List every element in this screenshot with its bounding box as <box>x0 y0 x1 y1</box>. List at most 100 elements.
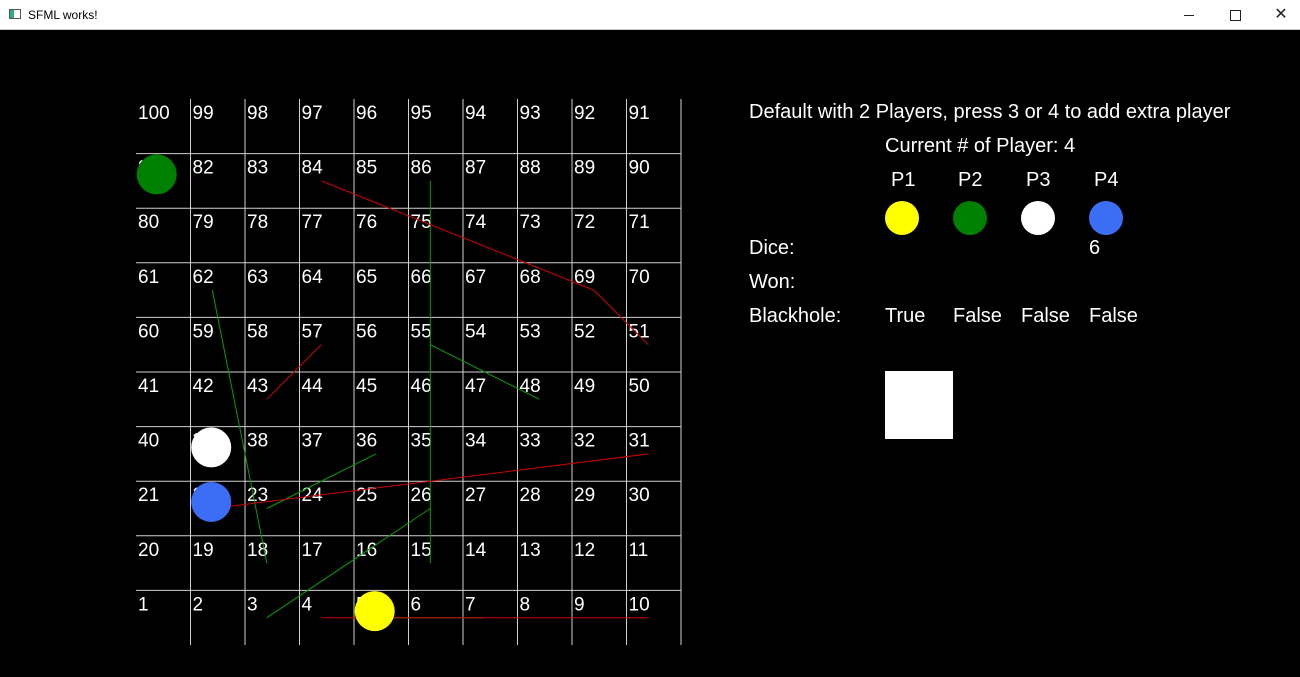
cell-number: 88 <box>520 158 541 179</box>
cell-number: 7 <box>465 594 476 615</box>
cell-number: 48 <box>520 376 541 397</box>
cell-number: 20 <box>138 540 159 561</box>
cell-number: 13 <box>520 540 541 561</box>
cell-number: 74 <box>465 212 487 233</box>
window-titlebar: SFML works! ✕ <box>0 0 1300 30</box>
blackhole-value-p4: False <box>1089 305 1138 327</box>
cell-number: 86 <box>411 158 432 179</box>
blackhole-value-p1: True <box>885 305 926 327</box>
cell-number: 38 <box>247 431 268 452</box>
player-legend-token-p4 <box>1089 201 1123 235</box>
instruction-text: Default with 2 Players, press 3 or 4 to … <box>749 101 1231 123</box>
cell-number: 9 <box>574 594 585 615</box>
player-label-p4: P4 <box>1094 169 1119 191</box>
cell-number: 55 <box>411 321 432 342</box>
maximize-button[interactable] <box>1212 0 1258 30</box>
cell-number: 6 <box>411 594 422 615</box>
minimize-icon <box>1184 14 1194 16</box>
cell-number: 98 <box>247 103 268 124</box>
cell-number: 67 <box>465 267 486 288</box>
cell-number: 21 <box>138 485 159 506</box>
cell-number: 64 <box>302 267 324 288</box>
minimize-button[interactable] <box>1166 0 1212 30</box>
cell-number: 77 <box>302 212 323 233</box>
cell-number: 49 <box>574 376 595 397</box>
player-token-p1 <box>354 591 395 632</box>
cell-number: 69 <box>574 267 595 288</box>
cell-number: 89 <box>574 158 595 179</box>
cell-number: 12 <box>574 540 595 561</box>
cell-number: 53 <box>520 321 541 342</box>
player-label-p1: P1 <box>891 169 916 191</box>
cell-number: 4 <box>302 594 313 615</box>
cell-number: 51 <box>629 321 650 342</box>
won-label: Won: <box>749 271 796 293</box>
game-board: 1009998979695949392918182838485868788899… <box>136 99 682 645</box>
blackhole-value-p2: False <box>953 305 1002 327</box>
blackhole-value-p3: False <box>1021 305 1070 327</box>
close-icon: ✕ <box>1274 6 1288 23</box>
cell-number: 27 <box>465 485 486 506</box>
cell-number: 76 <box>356 212 377 233</box>
cell-number: 11 <box>629 540 649 561</box>
blackhole-label: Blackhole: <box>749 305 842 327</box>
cell-number: 41 <box>138 376 159 397</box>
cell-number: 54 <box>465 321 487 342</box>
cell-number: 32 <box>574 431 595 452</box>
cell-number: 73 <box>520 212 541 233</box>
cell-number: 14 <box>465 540 487 561</box>
cell-number: 56 <box>356 321 377 342</box>
cell-number: 18 <box>247 540 268 561</box>
cell-number: 47 <box>465 376 486 397</box>
cell-number: 75 <box>411 212 432 233</box>
player-legend-token-p1 <box>885 201 919 235</box>
cell-number: 52 <box>574 321 595 342</box>
cell-number: 84 <box>302 158 324 179</box>
cell-number: 90 <box>629 158 650 179</box>
cell-number: 65 <box>356 267 377 288</box>
cell-number: 8 <box>520 594 531 615</box>
cell-number: 78 <box>247 212 268 233</box>
cell-number: 63 <box>247 267 268 288</box>
cell-number: 15 <box>411 540 432 561</box>
cell-number: 59 <box>193 321 214 342</box>
cell-number: 50 <box>629 376 650 397</box>
player-legend-token-p2 <box>953 201 987 235</box>
cell-number: 37 <box>302 431 323 452</box>
cell-number: 87 <box>465 158 486 179</box>
cell-number: 94 <box>465 103 487 124</box>
cell-number: 17 <box>302 540 323 561</box>
cell-number: 66 <box>411 267 432 288</box>
player-label-p3: P3 <box>1026 169 1051 191</box>
cell-number: 61 <box>138 267 159 288</box>
cell-number: 45 <box>356 376 377 397</box>
cell-number: 1 <box>138 594 149 615</box>
cell-number: 57 <box>302 321 323 342</box>
cell-number: 29 <box>574 485 595 506</box>
cell-number: 3 <box>247 594 258 615</box>
cell-number: 33 <box>520 431 541 452</box>
cell-number: 19 <box>193 540 214 561</box>
cell-number: 79 <box>193 212 214 233</box>
cell-number: 85 <box>356 158 377 179</box>
player-label-p2: P2 <box>958 169 983 191</box>
cell-number: 10 <box>629 594 650 615</box>
player-legend-token-p3 <box>1021 201 1055 235</box>
player-count-text: Current # of Player: 4 <box>885 135 1076 157</box>
close-button[interactable]: ✕ <box>1258 0 1300 30</box>
cell-number: 72 <box>574 212 595 233</box>
cell-number: 82 <box>193 158 214 179</box>
cell-number: 28 <box>520 485 541 506</box>
cell-number: 34 <box>465 431 487 452</box>
cell-number: 60 <box>138 321 159 342</box>
cell-number: 68 <box>520 267 541 288</box>
game-canvas[interactable]: 1009998979695949392918182838485868788899… <box>1 31 1299 677</box>
cell-number: 99 <box>193 103 214 124</box>
player-token-p2 <box>136 154 177 195</box>
window-title: SFML works! <box>28 8 98 22</box>
dice-label: Dice: <box>749 237 795 259</box>
cell-number: 100 <box>138 103 170 124</box>
cell-number: 97 <box>302 103 323 124</box>
cell-number: 62 <box>193 267 214 288</box>
cell-number: 42 <box>193 376 214 397</box>
